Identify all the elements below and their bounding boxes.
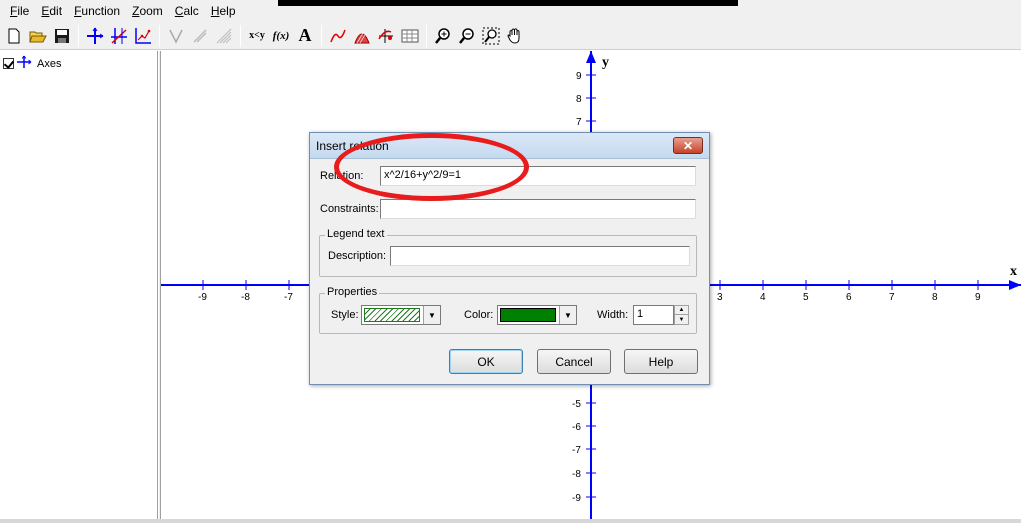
menu-edit[interactable]: Edit bbox=[35, 4, 68, 18]
properties-group-title: Properties bbox=[325, 286, 380, 298]
shading-icon[interactable] bbox=[350, 24, 374, 48]
menu-file[interactable]: File bbox=[4, 4, 35, 18]
tree-item-label: Axes bbox=[37, 57, 62, 70]
insert-function-text: f(x) bbox=[272, 29, 290, 42]
y-tick-label: -6 bbox=[572, 422, 581, 433]
open-icon[interactable] bbox=[26, 24, 50, 48]
status-bar bbox=[0, 519, 1021, 523]
style-select[interactable]: ▼ bbox=[361, 305, 441, 325]
point-series-icon[interactable] bbox=[131, 24, 155, 48]
relation-input[interactable]: x^2/16+y^2/9=1 bbox=[380, 166, 696, 186]
hatch-pattern-swatch bbox=[364, 308, 420, 322]
function-axes-icon[interactable] bbox=[107, 24, 131, 48]
chevron-down-icon[interactable]: ▼ bbox=[423, 306, 440, 324]
insert-relation-dialog: Insert relation ✕ Relation: x^2/16+y^2/9… bbox=[309, 132, 710, 385]
legend-group-title: Legend text bbox=[325, 228, 387, 240]
width-label: Width: bbox=[597, 309, 629, 321]
relation-icon[interactable] bbox=[374, 24, 398, 48]
new-icon[interactable] bbox=[2, 24, 26, 48]
element-tree-panel: Axes bbox=[0, 51, 158, 523]
x-tick-label: 9 bbox=[975, 292, 981, 303]
zoom-in-icon[interactable] bbox=[431, 24, 455, 48]
constraints-input[interactable] bbox=[380, 199, 696, 219]
shade-icon[interactable] bbox=[212, 24, 236, 48]
x-tick-label: 8 bbox=[932, 292, 938, 303]
menu-function[interactable]: Function bbox=[68, 4, 126, 18]
text-label-icon[interactable]: A bbox=[293, 24, 317, 48]
close-icon[interactable]: ✕ bbox=[673, 137, 703, 154]
tangent-icon[interactable] bbox=[164, 24, 188, 48]
help-button[interactable]: Help bbox=[624, 349, 698, 374]
normal-icon[interactable] bbox=[188, 24, 212, 48]
x-tick-label: 4 bbox=[760, 292, 766, 303]
toolbar-separator bbox=[159, 24, 160, 47]
menu-zoom[interactable]: Zoom bbox=[126, 4, 169, 18]
pan-hand-icon[interactable] bbox=[503, 24, 527, 48]
x-tick-label: 7 bbox=[889, 292, 895, 303]
y-tick-label: -7 bbox=[572, 445, 581, 456]
toolbar-separator bbox=[321, 24, 322, 47]
description-input[interactable] bbox=[390, 246, 690, 266]
axes-icon bbox=[16, 55, 32, 72]
zoom-window-icon[interactable] bbox=[479, 24, 503, 48]
ok-button[interactable]: OK bbox=[449, 349, 523, 374]
menu-calc[interactable]: Calc bbox=[169, 4, 205, 18]
color-label: Color: bbox=[464, 309, 494, 321]
y-tick-label: 8 bbox=[576, 94, 582, 105]
y-axis-arrow bbox=[586, 51, 596, 63]
y-tick-label: -9 bbox=[572, 493, 581, 504]
dialog-title: Insert relation bbox=[316, 138, 389, 153]
x-tick-label: 3 bbox=[717, 292, 723, 303]
y-tick-label: -8 bbox=[572, 469, 581, 480]
axes-visibility-checkbox[interactable] bbox=[3, 58, 14, 69]
legend-text-group: Legend text Description: bbox=[319, 228, 697, 277]
toolbar: x<y f(x) A bbox=[0, 22, 1021, 50]
x-tick-label: 6 bbox=[846, 292, 852, 303]
description-label: Description: bbox=[328, 250, 387, 262]
x-tick-label: -8 bbox=[241, 292, 250, 303]
table-icon[interactable] bbox=[398, 24, 422, 48]
spin-up-icon[interactable]: ▲ bbox=[675, 306, 688, 315]
x-tick-label: 5 bbox=[803, 292, 809, 303]
width-spin-buttons: ▲ ▼ bbox=[674, 305, 689, 325]
graph-app-window: File Edit Function Zoom Calc Help x<y f(… bbox=[0, 0, 1021, 523]
properties-group: Properties Style: ▼ Color: ▼ Width: 1 ▲ … bbox=[319, 286, 697, 334]
save-icon[interactable] bbox=[50, 24, 74, 48]
dialog-title-bar[interactable]: Insert relation bbox=[310, 133, 709, 159]
y-tick-label: 7 bbox=[576, 117, 582, 128]
x-axis-arrow bbox=[1009, 280, 1021, 290]
x-axis-name: x bbox=[1010, 264, 1017, 279]
chevron-down-icon[interactable]: ▼ bbox=[559, 306, 576, 324]
trendline-icon[interactable] bbox=[326, 24, 350, 48]
toolbar-separator bbox=[240, 24, 241, 47]
relation-label: Relation: bbox=[320, 170, 364, 182]
axes-icon[interactable] bbox=[83, 24, 107, 48]
tree-item-axes[interactable]: Axes bbox=[3, 55, 61, 72]
y-axis-name: y bbox=[602, 55, 609, 70]
dialog-body: Relation: x^2/16+y^2/9=1 Constraints: Le… bbox=[310, 159, 709, 384]
y-tick-label: 9 bbox=[576, 71, 582, 82]
x-tick-label: -7 bbox=[284, 292, 293, 303]
x-tick-label: -9 bbox=[198, 292, 207, 303]
constraints-label: Constraints: bbox=[320, 203, 379, 215]
toolbar-separator bbox=[78, 24, 79, 47]
color-select[interactable]: ▼ bbox=[497, 305, 577, 325]
zoom-out-icon[interactable] bbox=[455, 24, 479, 48]
insert-function-button[interactable]: f(x) bbox=[269, 24, 293, 48]
y-tick-label: -5 bbox=[572, 399, 581, 410]
insert-relation-button[interactable]: x<y bbox=[245, 24, 269, 48]
insert-relation-text: x<y bbox=[249, 30, 265, 41]
width-spinner[interactable]: 1 ▲ ▼ bbox=[633, 305, 690, 325]
menu-help[interactable]: Help bbox=[205, 4, 242, 18]
width-input[interactable]: 1 bbox=[633, 305, 674, 325]
title-strip bbox=[278, 0, 738, 6]
color-swatch bbox=[500, 308, 556, 322]
style-label: Style: bbox=[331, 309, 359, 321]
toolbar-separator bbox=[426, 24, 427, 47]
spin-down-icon[interactable]: ▼ bbox=[675, 315, 688, 324]
cancel-button[interactable]: Cancel bbox=[537, 349, 611, 374]
